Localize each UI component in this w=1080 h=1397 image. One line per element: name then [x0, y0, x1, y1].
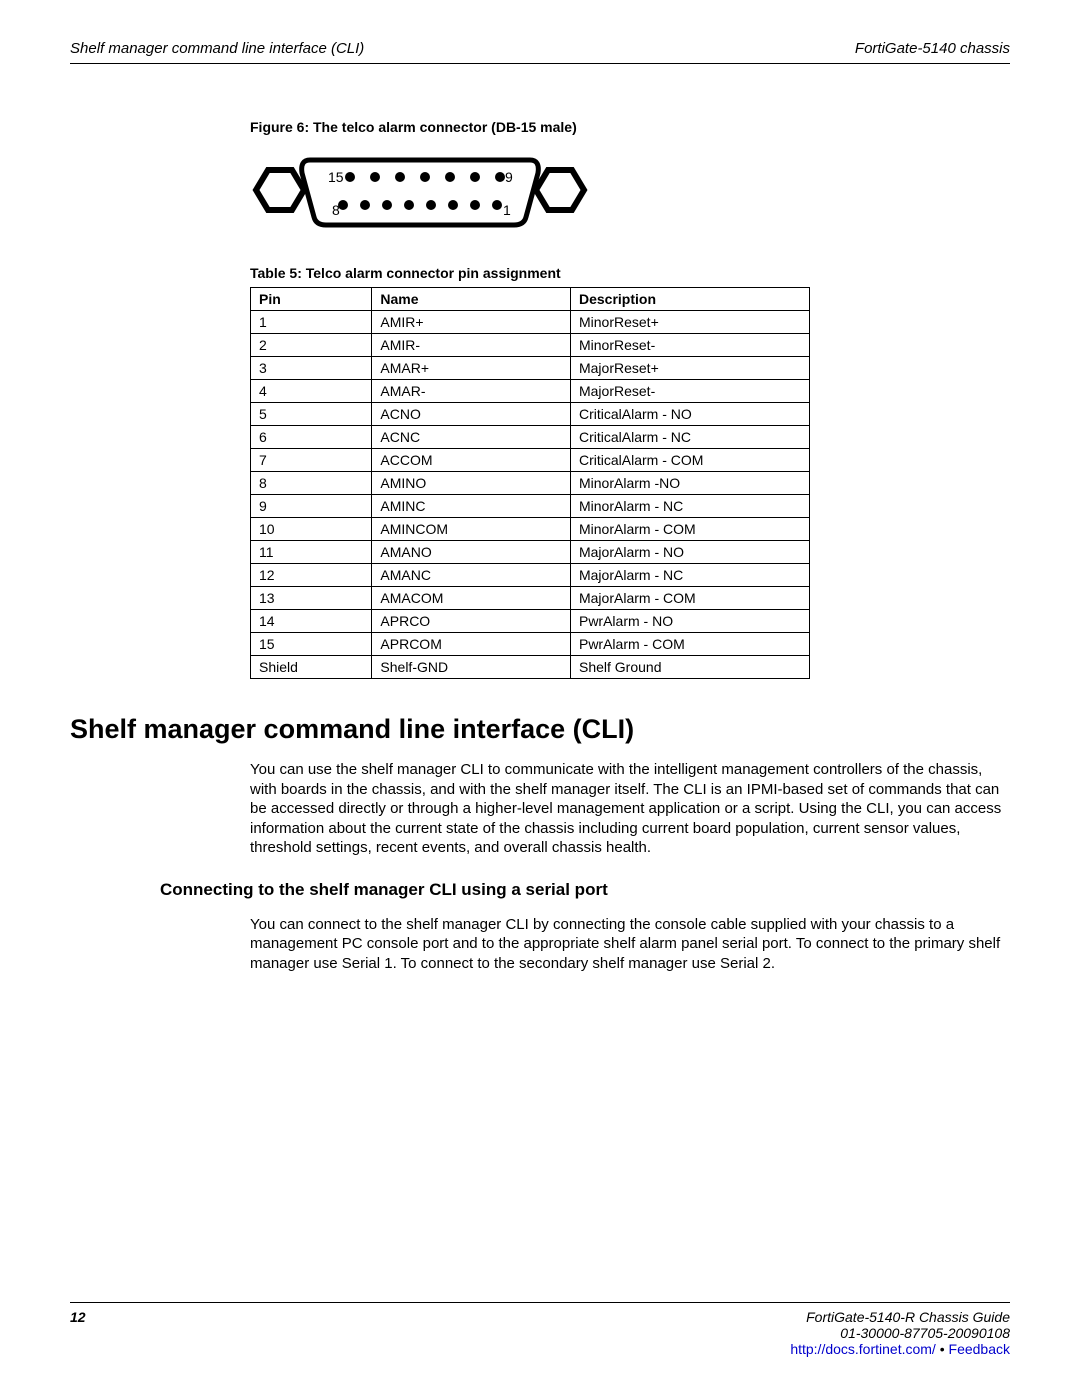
cell-pin: Shield — [251, 656, 372, 679]
table-row: 1AMIR+MinorReset+ — [251, 311, 810, 334]
section-heading-cli: Shelf manager command line interface (CL… — [70, 714, 1010, 745]
cell-name: APRCO — [372, 610, 571, 633]
cell-name: ACNO — [372, 403, 571, 426]
cell-pin: 10 — [251, 518, 372, 541]
table-row: ShieldShelf-GNDShelf Ground — [251, 656, 810, 679]
cell-desc: MinorReset+ — [570, 311, 809, 334]
cell-name: AMINO — [372, 472, 571, 495]
footer-guide: FortiGate-5140-R Chassis Guide — [790, 1309, 1010, 1325]
page-footer: 12 FortiGate-5140-R Chassis Guide 01-300… — [70, 1302, 1010, 1357]
db15-connector-diagram: 15 9 8 1 — [250, 145, 1010, 240]
footer-feedback-link[interactable]: Feedback — [949, 1341, 1010, 1357]
cell-name: APRCOM — [372, 633, 571, 656]
footer-docs-link[interactable]: http://docs.fortinet.com/ — [790, 1341, 936, 1357]
table-row: 15APRCOMPwrAlarm - COM — [251, 633, 810, 656]
figure-caption: Figure 6: The telco alarm connector (DB-… — [250, 119, 1010, 135]
cell-desc: MajorReset+ — [570, 357, 809, 380]
cell-desc: MajorAlarm - NC — [570, 564, 809, 587]
cell-name: ACNC — [372, 426, 571, 449]
cell-pin: 13 — [251, 587, 372, 610]
table-row: 10AMINCOMMinorAlarm - COM — [251, 518, 810, 541]
th-name: Name — [372, 288, 571, 311]
cell-desc: MinorAlarm -NO — [570, 472, 809, 495]
cell-desc: MajorAlarm - NO — [570, 541, 809, 564]
table-row: 2AMIR-MinorReset- — [251, 334, 810, 357]
pin-num-9: 9 — [505, 169, 513, 185]
cell-name: AMIR+ — [372, 311, 571, 334]
cell-pin: 14 — [251, 610, 372, 633]
table-row: 4AMAR-MajorReset- — [251, 380, 810, 403]
page-number: 12 — [70, 1309, 86, 1325]
cell-name: AMINC — [372, 495, 571, 518]
cell-pin: 8 — [251, 472, 372, 495]
table-row: 14APRCOPwrAlarm - NO — [251, 610, 810, 633]
table-row: 12AMANCMajorAlarm - NC — [251, 564, 810, 587]
pin-num-15: 15 — [328, 169, 344, 185]
cell-name: AMANC — [372, 564, 571, 587]
table-row: 9AMINCMinorAlarm - NC — [251, 495, 810, 518]
cell-name: AMACOM — [372, 587, 571, 610]
page-header: Shelf manager command line interface (CL… — [70, 40, 1010, 64]
cell-desc: CriticalAlarm - COM — [570, 449, 809, 472]
cell-desc: MajorReset- — [570, 380, 809, 403]
cell-name: AMINCOM — [372, 518, 571, 541]
cell-pin: 9 — [251, 495, 372, 518]
cell-name: AMAR- — [372, 380, 571, 403]
cell-pin: 11 — [251, 541, 372, 564]
cell-name: AMAR+ — [372, 357, 571, 380]
cell-pin: 15 — [251, 633, 372, 656]
cell-pin: 6 — [251, 426, 372, 449]
cell-pin: 1 — [251, 311, 372, 334]
cell-name: ACCOM — [372, 449, 571, 472]
cell-desc: MinorAlarm - NC — [570, 495, 809, 518]
th-desc: Description — [570, 288, 809, 311]
cell-desc: CriticalAlarm - NO — [570, 403, 809, 426]
th-pin: Pin — [251, 288, 372, 311]
cell-pin: 2 — [251, 334, 372, 357]
table-row: 7ACCOMCriticalAlarm - COM — [251, 449, 810, 472]
pin-num-1: 1 — [503, 202, 511, 218]
table-row: 13AMACOMMajorAlarm - COM — [251, 587, 810, 610]
footer-sep: • — [936, 1341, 949, 1357]
cli-intro-paragraph: You can use the shelf manager CLI to com… — [250, 760, 1010, 858]
header-right: FortiGate-5140 chassis — [855, 40, 1010, 57]
table-row: 6ACNCCriticalAlarm - NC — [251, 426, 810, 449]
subsection-serial-port: Connecting to the shelf manager CLI usin… — [160, 880, 1010, 900]
table-row: 11AMANOMajorAlarm - NO — [251, 541, 810, 564]
cell-pin: 5 — [251, 403, 372, 426]
table-row: 5ACNOCriticalAlarm - NO — [251, 403, 810, 426]
table-row: 8AMINOMinorAlarm -NO — [251, 472, 810, 495]
cell-pin: 7 — [251, 449, 372, 472]
cell-desc: MinorAlarm - COM — [570, 518, 809, 541]
serial-port-paragraph: You can connect to the shelf manager CLI… — [250, 915, 1010, 974]
pin-assignment-table: Pin Name Description 1AMIR+MinorReset+2A… — [250, 287, 810, 679]
cell-pin: 3 — [251, 357, 372, 380]
cell-name: Shelf-GND — [372, 656, 571, 679]
cell-desc: Shelf Ground — [570, 656, 809, 679]
cell-name: AMANO — [372, 541, 571, 564]
cell-desc: MajorAlarm - COM — [570, 587, 809, 610]
table-row: 3AMAR+MajorReset+ — [251, 357, 810, 380]
cell-pin: 12 — [251, 564, 372, 587]
footer-rev: 01-30000-87705-20090108 — [790, 1325, 1010, 1341]
cell-desc: PwrAlarm - COM — [570, 633, 809, 656]
cell-name: AMIR- — [372, 334, 571, 357]
table-caption: Table 5: Telco alarm connector pin assig… — [250, 265, 1010, 281]
cell-desc: PwrAlarm - NO — [570, 610, 809, 633]
cell-desc: MinorReset- — [570, 334, 809, 357]
cell-pin: 4 — [251, 380, 372, 403]
cell-desc: CriticalAlarm - NC — [570, 426, 809, 449]
header-left: Shelf manager command line interface (CL… — [70, 40, 364, 57]
